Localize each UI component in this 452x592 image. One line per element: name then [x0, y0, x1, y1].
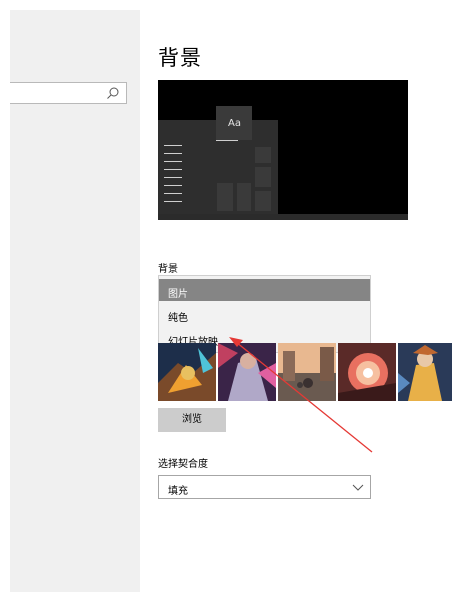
chevron-down-icon — [352, 484, 364, 491]
thumbnail-glowing-orb[interactable] — [338, 343, 396, 401]
browse-button[interactable]: 浏览 — [158, 408, 226, 432]
search-icon[interactable] — [106, 86, 120, 100]
preview-tile — [254, 166, 272, 188]
background-dropdown-list[interactable]: 图片 纯色 幻灯片放映 — [158, 275, 371, 353]
preview-tile — [254, 190, 272, 212]
preview-tile — [254, 146, 272, 164]
preview-taskbar — [158, 214, 408, 220]
preview-menu-lines — [164, 138, 186, 210]
fit-label: 选择契合度 — [158, 459, 208, 470]
fit-select[interactable]: 填充 — [158, 475, 371, 499]
preview-tile: Aa — [216, 106, 252, 140]
thumbnail-armored-warrior[interactable] — [218, 343, 276, 401]
background-label: 背景 — [158, 264, 178, 275]
fit-select-value: 填充 — [168, 486, 188, 497]
picture-thumbnails — [158, 343, 452, 401]
preview-tile — [236, 182, 252, 212]
dropdown-option-picture[interactable]: 图片 — [159, 279, 370, 301]
dropdown-option-solid-color[interactable]: 纯色 — [159, 303, 370, 325]
desktop-preview: Aa — [158, 80, 408, 220]
thumbnail-heroine[interactable] — [398, 343, 452, 401]
thumbnail-dragon[interactable] — [158, 343, 216, 401]
page-title: 背景 — [158, 46, 202, 70]
thumbnail-street-scene[interactable] — [278, 343, 336, 401]
preview-tile — [216, 182, 234, 212]
search-input[interactable] — [10, 82, 127, 104]
